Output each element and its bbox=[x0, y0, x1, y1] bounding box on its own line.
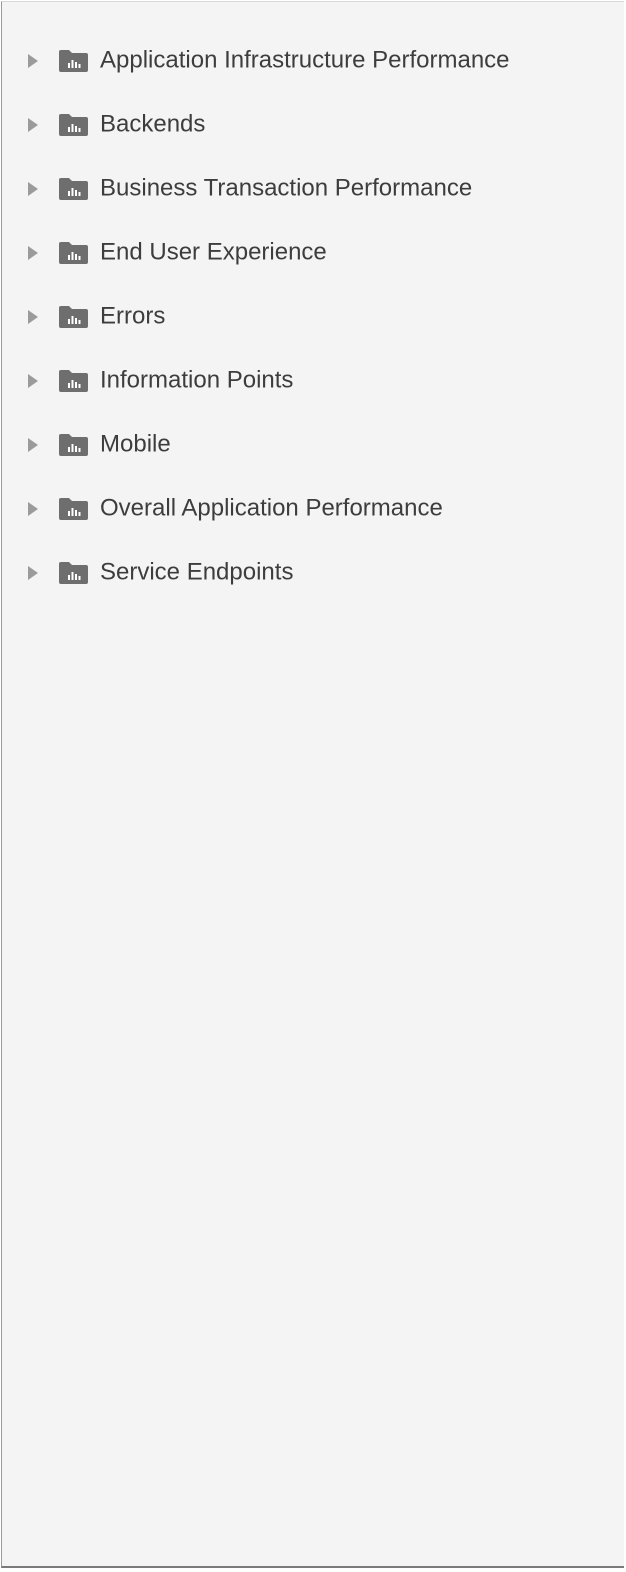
tree-item-label: Service Endpoints bbox=[100, 558, 294, 586]
caret-right-icon[interactable] bbox=[26, 116, 40, 134]
tree-item-label: Backends bbox=[100, 110, 206, 138]
tree-item-end-user-experience[interactable]: End User Experience bbox=[2, 221, 624, 285]
tree-item-label: Mobile bbox=[100, 430, 171, 458]
metric-tree-panel: Application Infrastructure Performance B… bbox=[1, 1, 624, 1568]
caret-right-icon[interactable] bbox=[26, 436, 40, 454]
folder-chart-icon bbox=[59, 178, 88, 200]
tree-item-errors[interactable]: Errors bbox=[2, 285, 624, 349]
tree-item-information-points[interactable]: Information Points bbox=[2, 349, 624, 413]
metric-tree: Application Infrastructure Performance B… bbox=[2, 29, 624, 605]
tree-item-label: Overall Application Performance bbox=[100, 494, 443, 522]
tree-item-label: Information Points bbox=[100, 366, 294, 394]
folder-chart-icon bbox=[59, 50, 88, 72]
tree-item-label: End User Experience bbox=[100, 238, 327, 266]
caret-right-icon[interactable] bbox=[26, 500, 40, 518]
tree-item-overall-application-performance[interactable]: Overall Application Performance bbox=[2, 477, 624, 541]
folder-chart-icon bbox=[59, 242, 88, 264]
folder-chart-icon bbox=[59, 498, 88, 520]
tree-item-label: Errors bbox=[100, 302, 166, 330]
tree-item-label: Business Transaction Performance bbox=[100, 174, 473, 202]
caret-right-icon[interactable] bbox=[26, 180, 40, 198]
folder-chart-icon bbox=[59, 114, 88, 136]
tree-item-service-endpoints[interactable]: Service Endpoints bbox=[2, 541, 624, 605]
tree-item-backends[interactable]: Backends bbox=[2, 93, 624, 157]
caret-right-icon[interactable] bbox=[26, 244, 40, 262]
folder-chart-icon bbox=[59, 306, 88, 328]
caret-right-icon[interactable] bbox=[26, 52, 40, 70]
caret-right-icon[interactable] bbox=[26, 308, 40, 326]
folder-chart-icon bbox=[59, 434, 88, 456]
tree-item-label: Application Infrastructure Performance bbox=[100, 46, 510, 74]
tree-item-mobile[interactable]: Mobile bbox=[2, 413, 624, 477]
folder-chart-icon bbox=[59, 562, 88, 584]
caret-right-icon[interactable] bbox=[26, 372, 40, 390]
folder-chart-icon bbox=[59, 370, 88, 392]
tree-item-business-transaction-performance[interactable]: Business Transaction Performance bbox=[2, 157, 624, 221]
caret-right-icon[interactable] bbox=[26, 564, 40, 582]
tree-item-application-infrastructure-performance[interactable]: Application Infrastructure Performance bbox=[2, 29, 624, 93]
